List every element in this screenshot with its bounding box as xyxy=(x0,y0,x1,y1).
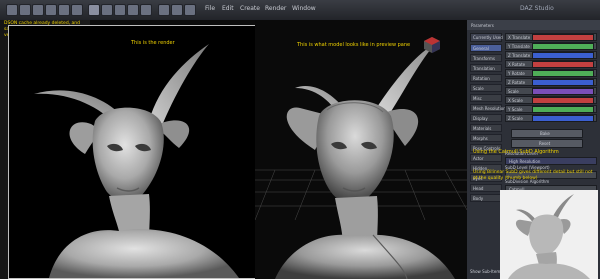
parameter-row[interactable]: Z Scale xyxy=(505,114,597,122)
parameter-row[interactable]: X Rotate xyxy=(505,60,597,68)
bake-label: Bake xyxy=(540,131,550,136)
reset-label: Reset xyxy=(539,141,551,146)
camera-icon[interactable] xyxy=(158,4,170,16)
parameter-label: Y Scale xyxy=(508,107,523,112)
parameter-row[interactable]: Scale xyxy=(505,87,597,95)
menu-file[interactable]: File xyxy=(205,5,215,12)
panel-tabs[interactable]: Parameters xyxy=(467,20,600,30)
parameter-row[interactable]: Y Scale xyxy=(505,105,597,113)
group-item[interactable]: Transforms xyxy=(470,54,502,62)
parameter-label: Z Rotate xyxy=(508,80,526,85)
rotate-icon[interactable] xyxy=(114,4,126,16)
parameter-slider[interactable] xyxy=(532,52,594,59)
pointer-icon[interactable] xyxy=(101,4,113,16)
group-item[interactable]: Actor xyxy=(470,154,502,162)
parameter-slider[interactable] xyxy=(532,70,594,77)
figure-icon[interactable] xyxy=(184,4,196,16)
parameter-slider[interactable] xyxy=(532,43,594,50)
group-item-label: Display xyxy=(473,116,488,121)
group-item-label: Body xyxy=(473,196,484,201)
selection-label: Currently Used xyxy=(473,35,503,40)
parameter-slider[interactable] xyxy=(532,106,594,113)
group-item-label: Misc xyxy=(473,96,482,101)
parameter-row[interactable]: Y Rotate xyxy=(505,69,597,77)
parameter-slider[interactable] xyxy=(532,34,594,41)
redo-icon[interactable] xyxy=(71,4,83,16)
group-item[interactable]: Translation xyxy=(470,64,502,72)
save-icon[interactable] xyxy=(45,4,57,16)
parameter-slider[interactable] xyxy=(532,88,594,95)
bilinear-thumbnail xyxy=(500,190,598,279)
app-icon[interactable] xyxy=(6,4,18,16)
parameter-row[interactable]: X Scale xyxy=(505,96,597,104)
group-item-label: Mesh Resolution xyxy=(473,106,506,111)
view-cube-icon xyxy=(424,37,440,53)
group-item[interactable]: Morphs xyxy=(470,134,502,142)
app-toolbar: File Edit Create Render Window DAZ Studi… xyxy=(0,0,600,20)
view-cube[interactable] xyxy=(423,36,441,54)
parameter-label: Z Scale xyxy=(508,116,523,121)
render-icon[interactable] xyxy=(88,4,100,16)
group-item-label: Translation xyxy=(473,66,495,71)
menu-window[interactable]: Window xyxy=(292,5,316,12)
group-item[interactable]: Display xyxy=(470,114,502,122)
parameter-row[interactable]: Z Translate xyxy=(505,51,597,59)
new-icon[interactable] xyxy=(19,4,31,16)
group-item-label: Materials xyxy=(473,126,492,131)
menu-create[interactable]: Create xyxy=(240,5,260,12)
preview-image xyxy=(255,42,467,279)
catmull-note: Using the Catmull SubD Algorithm xyxy=(473,149,559,155)
parameter-slider[interactable] xyxy=(532,61,594,68)
group-item-label: Rotation xyxy=(473,76,490,81)
panel-header: Parameters xyxy=(471,23,494,28)
parameter-label: Scale xyxy=(508,89,519,94)
group-item-label: Scale xyxy=(473,86,484,91)
group-item[interactable]: Scale xyxy=(470,84,502,92)
group-item[interactable]: Body xyxy=(470,194,502,202)
parameter-label: X Rotate xyxy=(508,62,526,67)
selection-field[interactable]: Currently Used xyxy=(470,33,503,42)
group-item[interactable]: Rotation xyxy=(470,74,502,82)
thumbnail-image xyxy=(508,194,590,279)
parameter-row[interactable]: X Translate xyxy=(505,33,597,41)
group-item-label: Morphs xyxy=(473,136,488,141)
show-subitems-label[interactable]: Show Sub-Items xyxy=(470,269,502,274)
parameter-label: Y Rotate xyxy=(508,71,525,76)
open-icon[interactable] xyxy=(32,4,44,16)
parameter-label: X Translate xyxy=(508,35,531,40)
render-image xyxy=(34,44,239,278)
app-title: DAZ Studio xyxy=(520,5,554,12)
group-item-label: Head xyxy=(473,186,484,191)
resolution-value: High Resolution xyxy=(509,159,541,164)
bilinear-note: Using Bilinear SubD gives different deta… xyxy=(473,170,593,181)
parameter-row[interactable]: Z Rotate xyxy=(505,78,597,86)
preview-viewport[interactable]: This is what model looks like in preview… xyxy=(255,20,467,279)
group-item-label: Actor xyxy=(473,156,484,161)
parameter-row[interactable]: Y Translate xyxy=(505,42,597,50)
group-item-label: Transforms xyxy=(473,56,495,61)
undo-icon[interactable] xyxy=(58,4,70,16)
menu-edit[interactable]: Edit xyxy=(222,5,234,12)
group-item[interactable]: Mesh Resolution xyxy=(470,104,506,112)
render-window[interactable]: This is the render xyxy=(8,25,256,279)
bake-button[interactable]: Bake xyxy=(511,129,583,138)
group-item[interactable]: Head xyxy=(470,184,502,192)
scale-icon[interactable] xyxy=(140,4,152,16)
parameter-label: X Scale xyxy=(508,98,523,103)
group-item[interactable]: Materials xyxy=(470,124,502,132)
parameter-slider[interactable] xyxy=(532,97,594,104)
parameter-label: Y Translate xyxy=(508,44,530,49)
translate-icon[interactable] xyxy=(127,4,139,16)
menu-render[interactable]: Render xyxy=(265,5,286,12)
preview-caption: This is what model looks like in preview… xyxy=(297,42,411,48)
group-item-label: General xyxy=(473,46,489,51)
parameter-slider[interactable] xyxy=(532,79,594,86)
light-icon[interactable] xyxy=(171,4,183,16)
group-item[interactable]: Misc xyxy=(470,94,502,102)
reset-button[interactable]: Reset xyxy=(511,139,583,148)
parameter-label: Z Translate xyxy=(508,53,531,58)
group-item[interactable]: General xyxy=(470,44,502,52)
parameter-slider[interactable] xyxy=(532,115,594,122)
resolution-select[interactable]: High Resolution xyxy=(505,157,597,165)
